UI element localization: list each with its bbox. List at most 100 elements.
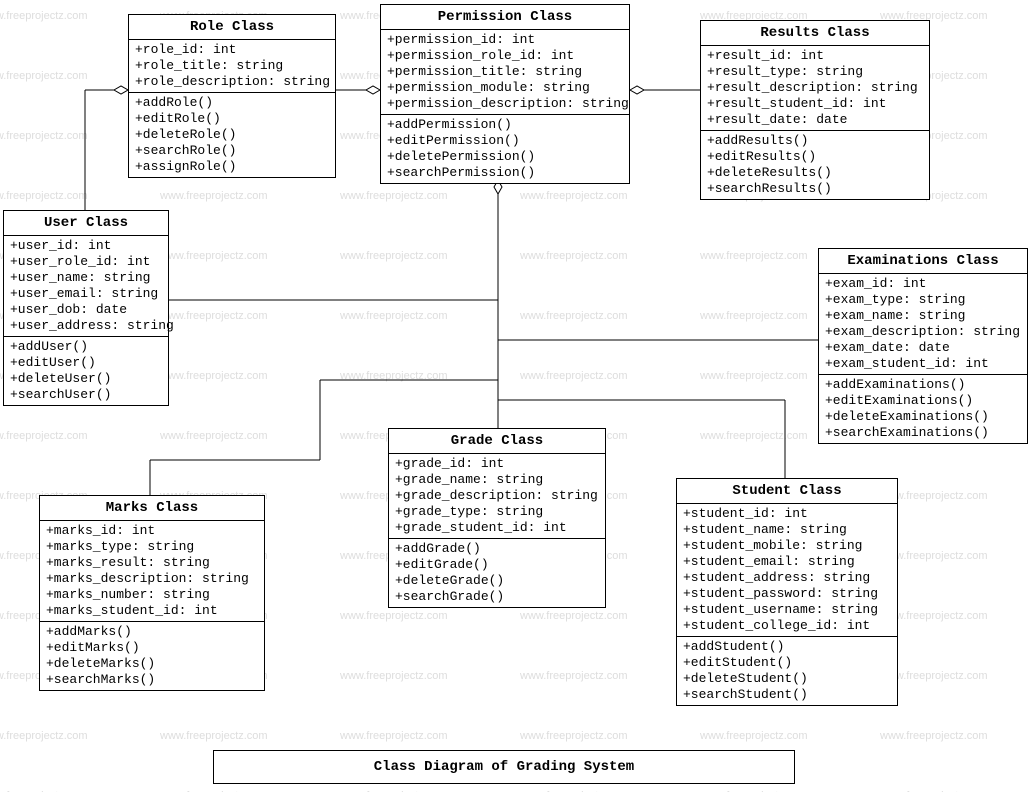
attribute-row: +exam_name: string (825, 308, 1021, 324)
attribute-row: +permission_title: string (387, 64, 623, 80)
attribute-row: +exam_type: string (825, 292, 1021, 308)
attribute-row: +student_id: int (683, 506, 891, 522)
attribute-row: +result_type: string (707, 64, 923, 80)
operation-row: +deleteStudent() (683, 671, 891, 687)
attribute-row: +student_username: string (683, 602, 891, 618)
attributes-section: +user_id: int+user_role_id: int+user_nam… (4, 236, 168, 337)
attribute-row: +marks_id: int (46, 523, 258, 539)
operation-row: +searchStudent() (683, 687, 891, 703)
attribute-row: +exam_description: string (825, 324, 1021, 340)
attributes-section: +exam_id: int+exam_type: string+exam_nam… (819, 274, 1027, 375)
class-title: Examinations Class (819, 249, 1027, 274)
attribute-row: +role_id: int (135, 42, 329, 58)
attribute-row: +permission_module: string (387, 80, 623, 96)
attribute-row: +permission_role_id: int (387, 48, 623, 64)
attribute-row: +student_name: string (683, 522, 891, 538)
operation-row: +editResults() (707, 149, 923, 165)
attributes-section: +grade_id: int+grade_name: string+grade_… (389, 454, 605, 539)
attribute-row: +student_password: string (683, 586, 891, 602)
class-examinations: Examinations Class+exam_id: int+exam_typ… (818, 248, 1028, 444)
attribute-row: +user_id: int (10, 238, 162, 254)
operation-row: +searchResults() (707, 181, 923, 197)
attribute-row: +user_role_id: int (10, 254, 162, 270)
operation-row: +assignRole() (135, 159, 329, 175)
operation-row: +searchExaminations() (825, 425, 1021, 441)
operations-section: +addStudent()+editStudent()+deleteStuden… (677, 637, 897, 705)
attribute-row: +result_description: string (707, 80, 923, 96)
operation-row: +editMarks() (46, 640, 258, 656)
attribute-row: +role_description: string (135, 74, 329, 90)
operation-row: +deleteRole() (135, 127, 329, 143)
class-title: Grade Class (389, 429, 605, 454)
attribute-row: +permission_id: int (387, 32, 623, 48)
attribute-row: +student_email: string (683, 554, 891, 570)
attributes-section: +result_id: int+result_type: string+resu… (701, 46, 929, 131)
class-title: Role Class (129, 15, 335, 40)
attribute-row: +exam_student_id: int (825, 356, 1021, 372)
operation-row: +deleteGrade() (395, 573, 599, 589)
class-title: Marks Class (40, 496, 264, 521)
attribute-row: +marks_description: string (46, 571, 258, 587)
operation-row: +editUser() (10, 355, 162, 371)
attributes-section: +student_id: int+student_name: string+st… (677, 504, 897, 637)
operation-row: +deleteMarks() (46, 656, 258, 672)
class-title: Permission Class (381, 5, 629, 30)
attribute-row: +grade_student_id: int (395, 520, 599, 536)
class-title: Student Class (677, 479, 897, 504)
operations-section: +addResults()+editResults()+deleteResult… (701, 131, 929, 199)
class-results: Results Class+result_id: int+result_type… (700, 20, 930, 200)
attribute-row: +result_id: int (707, 48, 923, 64)
operation-row: +searchMarks() (46, 672, 258, 688)
operation-row: +deleteUser() (10, 371, 162, 387)
class-title: Results Class (701, 21, 929, 46)
attribute-row: +grade_description: string (395, 488, 599, 504)
attributes-section: +marks_id: int+marks_type: string+marks_… (40, 521, 264, 622)
attribute-row: +grade_type: string (395, 504, 599, 520)
operation-row: +editGrade() (395, 557, 599, 573)
operation-row: +editStudent() (683, 655, 891, 671)
attribute-row: +student_college_id: int (683, 618, 891, 634)
attribute-row: +grade_name: string (395, 472, 599, 488)
class-marks: Marks Class+marks_id: int+marks_type: st… (39, 495, 265, 691)
diagram-canvas: Permission Class+permission_id: int+perm… (0, 0, 1031, 792)
class-grade: Grade Class+grade_id: int+grade_name: st… (388, 428, 606, 608)
attribute-row: +exam_id: int (825, 276, 1021, 292)
operations-section: +addPermission()+editPermission()+delete… (381, 115, 629, 183)
operation-row: +deleteResults() (707, 165, 923, 181)
operations-section: +addMarks()+editMarks()+deleteMarks()+se… (40, 622, 264, 690)
attribute-row: +permission_description: string (387, 96, 623, 112)
operation-row: +addStudent() (683, 639, 891, 655)
class-permission: Permission Class+permission_id: int+perm… (380, 4, 630, 184)
class-role: Role Class+role_id: int+role_title: stri… (128, 14, 336, 178)
operation-row: +searchUser() (10, 387, 162, 403)
operation-row: +addGrade() (395, 541, 599, 557)
operation-row: +searchRole() (135, 143, 329, 159)
attribute-row: +marks_student_id: int (46, 603, 258, 619)
attribute-row: +user_dob: date (10, 302, 162, 318)
operation-row: +searchPermission() (387, 165, 623, 181)
operation-row: +editRole() (135, 111, 329, 127)
attribute-row: +grade_id: int (395, 456, 599, 472)
operation-row: +addRole() (135, 95, 329, 111)
operations-section: +addUser()+editUser()+deleteUser()+searc… (4, 337, 168, 405)
class-title: User Class (4, 211, 168, 236)
class-user: User Class+user_id: int+user_role_id: in… (3, 210, 169, 406)
operation-row: +deleteExaminations() (825, 409, 1021, 425)
operation-row: +editPermission() (387, 133, 623, 149)
attribute-row: +marks_result: string (46, 555, 258, 571)
attribute-row: +result_date: date (707, 112, 923, 128)
attribute-row: +user_email: string (10, 286, 162, 302)
operations-section: +addExaminations()+editExaminations()+de… (819, 375, 1027, 443)
operation-row: +addMarks() (46, 624, 258, 640)
attribute-row: +user_name: string (10, 270, 162, 286)
operation-row: +searchGrade() (395, 589, 599, 605)
operation-row: +addResults() (707, 133, 923, 149)
attributes-section: +role_id: int+role_title: string+role_de… (129, 40, 335, 93)
operation-row: +deletePermission() (387, 149, 623, 165)
attribute-row: +marks_type: string (46, 539, 258, 555)
attribute-row: +exam_date: date (825, 340, 1021, 356)
attribute-row: +student_mobile: string (683, 538, 891, 554)
operation-row: +addUser() (10, 339, 162, 355)
attribute-row: +marks_number: string (46, 587, 258, 603)
attribute-row: +result_student_id: int (707, 96, 923, 112)
